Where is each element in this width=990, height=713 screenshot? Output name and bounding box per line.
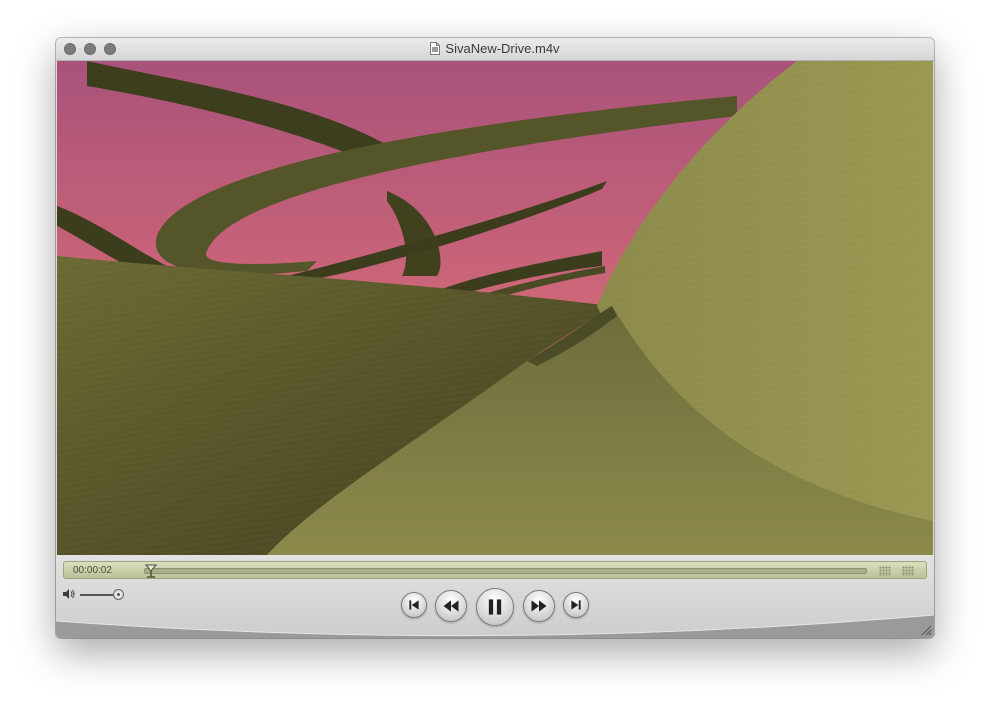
timeline-bar[interactable]: 00:00:02 [63,561,927,579]
volume-slider-knob[interactable] [113,589,124,600]
video-scene [57,61,933,555]
window-title-wrap: SivaNew-Drive.m4v [56,41,934,56]
title-bar[interactable]: SivaNew-Drive.m4v [56,38,934,61]
playhead-icon[interactable] [145,564,158,578]
player-window: SivaNew-Drive.m4v 00:00:02 [56,38,934,638]
resize-grip-icon[interactable] [920,624,932,636]
video-frame[interactable] [57,61,933,555]
skip-to-start-icon [409,600,419,610]
control-bar: 00:00:02 [56,555,934,638]
selection-start-handle[interactable] [879,566,891,576]
current-time: 00:00:02 [73,565,112,576]
control-bar-base [56,615,934,638]
document-icon [430,42,441,55]
skip-to-end-icon [571,600,581,610]
window-title: SivaNew-Drive.m4v [445,41,560,56]
speaker-icon[interactable] [62,588,76,600]
selection-end-handle[interactable] [902,566,914,576]
scrubber-track[interactable] [144,568,867,574]
